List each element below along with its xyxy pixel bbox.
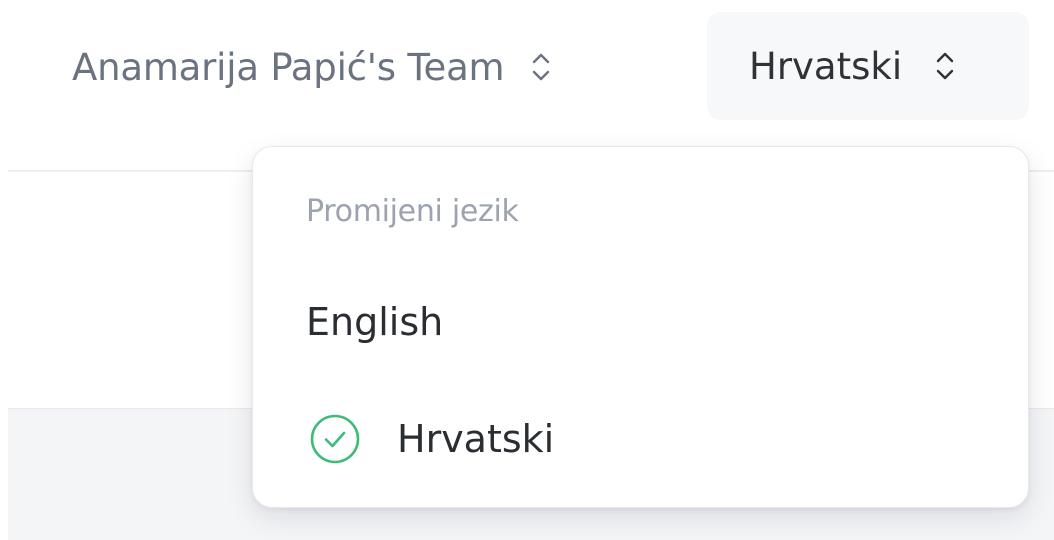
dropdown-heading: Promijeni jezik <box>306 194 519 229</box>
language-option-english[interactable]: English <box>293 283 1008 361</box>
chevron-up-down-icon <box>532 51 550 83</box>
language-dropdown: Promijeni jezik English Hrvatski <box>252 146 1029 508</box>
language-option-label: Hrvatski <box>397 417 555 461</box>
current-language: Hrvatski <box>749 44 903 88</box>
team-switcher[interactable]: Anamarija Papić's Team <box>58 18 564 116</box>
language-option-label: English <box>306 300 444 344</box>
language-switcher[interactable]: Hrvatski <box>707 12 1029 120</box>
team-name: Anamarija Papić's Team <box>72 45 505 89</box>
check-circle-icon <box>309 413 361 465</box>
language-option-hrvatski[interactable]: Hrvatski <box>293 400 1008 478</box>
chevron-up-down-icon <box>936 50 954 82</box>
